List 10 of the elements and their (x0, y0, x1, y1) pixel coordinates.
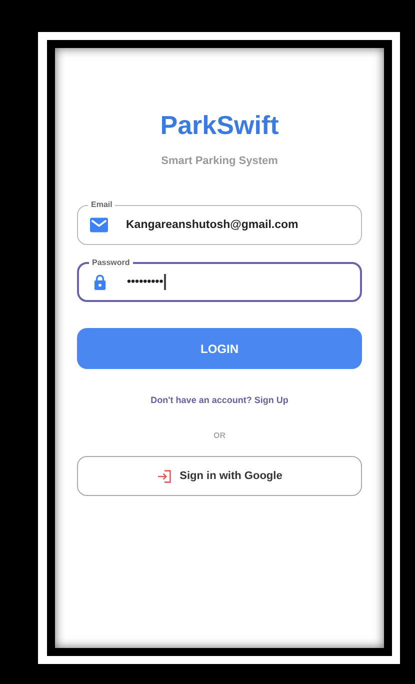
or-divider-text: OR (214, 431, 226, 440)
field-value: ••••••••• (127, 276, 164, 288)
mail-icon (90, 217, 108, 233)
field-value: Kangareanshutosh@gmail.com (126, 219, 298, 231)
sign-in-icon (156, 470, 172, 482)
google-signin-button[interactable]: Sign in with Google (77, 456, 362, 496)
signup-link[interactable]: Don't have an account? Sign Up (150, 395, 288, 405)
app-subtitle: Smart Parking System (161, 155, 278, 167)
app-title: ParkSwift (160, 110, 279, 141)
text-cursor (164, 274, 166, 290)
